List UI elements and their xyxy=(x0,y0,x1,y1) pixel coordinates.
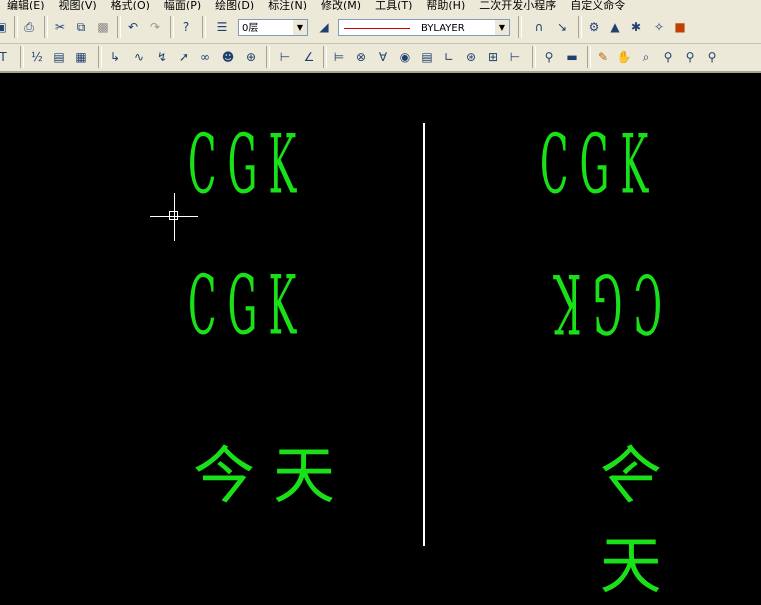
menu-tools[interactable]: 工具(T) xyxy=(368,0,419,10)
mirrored-group-han: 今天 xyxy=(512,425,662,602)
menu-custom[interactable]: 自定义命令 xyxy=(563,0,632,10)
pickbox-icon xyxy=(169,211,178,220)
snap-icon[interactable]: ∩ xyxy=(530,18,548,36)
cad-text-cgk-top-left[interactable]: CGK xyxy=(188,118,307,213)
toolbar-separator xyxy=(518,16,522,38)
layer-combo[interactable]: 0层 ▼ xyxy=(238,19,308,36)
standard-toolbar: ▣ ⎙ ✂ ⧉ ▩ ↶ ↷ ? ☰ 0层 ▼ ◢ BYLAYER ▼ ∩ ↘ ⚙… xyxy=(0,10,761,44)
cad-text-cgk-top-right[interactable]: CGK xyxy=(540,118,659,213)
layer-combo-value: 0层 xyxy=(242,23,259,34)
menu-dimension[interactable]: 标注(N) xyxy=(261,0,314,10)
menu-format[interactable]: 格式(O) xyxy=(104,0,157,10)
layers-icon[interactable]: ☰ xyxy=(213,18,231,36)
dim-f-icon[interactable]: ∟ xyxy=(440,48,458,66)
tool-b-icon[interactable]: ▲ xyxy=(606,18,624,36)
dim-c-icon[interactable]: ∀ xyxy=(374,48,392,66)
redo-icon[interactable]: ↷ xyxy=(146,18,164,36)
dim-linear-icon[interactable]: ⊢ xyxy=(276,48,294,66)
fraction-icon[interactable]: ½ xyxy=(28,48,46,66)
menu-modify[interactable]: 修改(M) xyxy=(314,0,368,10)
menu-page[interactable]: 幅面(P) xyxy=(157,0,208,10)
measure-icon[interactable]: ▬ xyxy=(563,48,581,66)
zoom-extents-icon[interactable]: ⚲ xyxy=(681,48,699,66)
menu-bar: 编辑(E) 视图(V) 格式(O) 幅面(P) 绘图(D) 标注(N) 修改(M) 工具(T)… xyxy=(0,0,761,10)
inquiry-icon[interactable]: ⚲ xyxy=(540,48,558,66)
linetype-icon[interactable]: ◢ xyxy=(315,18,333,36)
dim-h-icon[interactable]: ⊞ xyxy=(484,48,502,66)
toolbar-separator xyxy=(170,16,174,38)
toolbar-separator xyxy=(98,46,102,68)
cad-text-cgk-middle-right[interactable]: CGK xyxy=(543,255,662,350)
toolbar-separator xyxy=(117,16,121,38)
cad-text-cgk-middle-left[interactable]: CGK xyxy=(188,259,307,354)
circles-icon[interactable]: ∞ xyxy=(196,48,214,66)
toolbar-separator xyxy=(266,46,270,68)
dim-g-icon[interactable]: ⊛ xyxy=(462,48,480,66)
zoom-previous-icon[interactable]: ⚲ xyxy=(703,48,721,66)
text-icon[interactable]: T xyxy=(0,48,12,66)
dim-a-icon[interactable]: ⊨ xyxy=(330,48,348,66)
toolbar-separator xyxy=(532,46,536,68)
arrow-icon[interactable]: ➚ xyxy=(175,48,193,66)
linetype-combo-value: BYLAYER xyxy=(421,23,465,34)
pencil-icon[interactable]: ✎ xyxy=(594,48,612,66)
toolbar-separator xyxy=(587,46,591,68)
tool-d-icon[interactable]: ✧ xyxy=(650,18,668,36)
toolbar-separator xyxy=(20,46,24,68)
toolbar-separator xyxy=(44,16,48,38)
zoom-window-icon[interactable]: ⚲ xyxy=(659,48,677,66)
draw-toolbar: T ½ ▤ ▦ ↳ ∿ ↯ ➚ ∞ ☻ ⊕ ⊢ ∠ ⊨ ⊗ ∀ ◉ ▤ ∟ ⊛ … xyxy=(0,44,761,73)
toolbar-separator xyxy=(14,16,18,38)
mtext-icon[interactable]: ▤ xyxy=(50,48,68,66)
zoom-realtime-icon[interactable]: ⌕ xyxy=(637,48,655,66)
print-icon[interactable]: ⎙ xyxy=(20,18,38,36)
menu-help[interactable]: 帮助(H) xyxy=(419,0,472,10)
polyline-icon[interactable]: ↳ xyxy=(106,48,124,66)
toolbar-separator xyxy=(202,16,206,38)
cut-icon[interactable]: ✂ xyxy=(51,18,69,36)
linetype-swatch xyxy=(344,28,410,29)
pan-icon[interactable]: ✋ xyxy=(615,48,633,66)
chevron-down-icon[interactable]: ▼ xyxy=(495,20,509,35)
person-icon[interactable]: ☻ xyxy=(219,48,237,66)
drawing-canvas[interactable]: CGK CGK 今天 CGK CGK 今天 xyxy=(0,73,761,602)
table-icon[interactable]: ▦ xyxy=(72,48,90,66)
dim-d-icon[interactable]: ◉ xyxy=(396,48,414,66)
mirror-line[interactable] xyxy=(423,123,425,546)
ortho-icon[interactable]: ↘ xyxy=(553,18,571,36)
dim-b-icon[interactable]: ⊗ xyxy=(352,48,370,66)
chevron-down-icon[interactable]: ▼ xyxy=(293,20,307,35)
zigzag-icon[interactable]: ↯ xyxy=(153,48,171,66)
copy-icon[interactable]: ⧉ xyxy=(72,18,90,36)
tool-e-icon[interactable]: ■ xyxy=(671,18,689,36)
menu-edit[interactable]: 编辑(E) xyxy=(0,0,52,10)
dim-aligned-icon[interactable]: ∠ xyxy=(300,48,318,66)
crosshair-icon[interactable]: ⊕ xyxy=(242,48,260,66)
linetype-combo[interactable]: BYLAYER ▼ xyxy=(338,19,510,36)
dim-i-icon[interactable]: ⊢ xyxy=(506,48,524,66)
paste-icon[interactable]: ▩ xyxy=(94,18,112,36)
cad-text-han-left[interactable]: 今天 xyxy=(193,425,353,515)
menu-dev[interactable]: 二次开发小程序 xyxy=(472,0,563,10)
toolbar-separator xyxy=(323,46,327,68)
menu-draw[interactable]: 绘图(D) xyxy=(208,0,261,10)
mirrored-group-cgk: CGK xyxy=(542,255,662,350)
tool-a-icon[interactable]: ⚙ xyxy=(585,18,603,36)
help-icon[interactable]: ? xyxy=(177,18,195,36)
spline-icon[interactable]: ∿ xyxy=(130,48,148,66)
cad-text-han-right[interactable]: 今天 xyxy=(512,425,662,605)
dim-e-icon[interactable]: ▤ xyxy=(418,48,436,66)
tool-c-icon[interactable]: ✱ xyxy=(627,18,645,36)
toolbar-separator xyxy=(578,16,582,38)
undo-icon[interactable]: ↶ xyxy=(124,18,142,36)
save-icon[interactable]: ▣ xyxy=(0,18,10,36)
menu-view[interactable]: 视图(V) xyxy=(52,0,104,10)
